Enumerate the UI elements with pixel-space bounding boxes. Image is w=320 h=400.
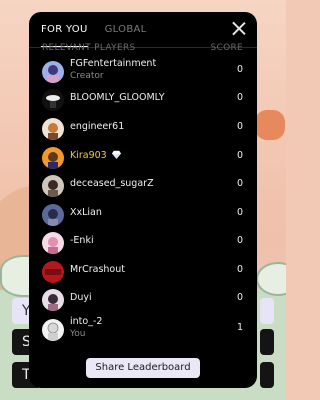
avatar [42,261,64,283]
leaderboard-row[interactable]: BLOOMLY_GLOOMLY 0 [29,86,257,114]
player-score: 0 [236,92,243,103]
tab-for-you[interactable]: FOR YOU [41,18,88,47]
players-column-header: RELEVANT PLAYERS [42,43,136,53]
diamond-icon [111,150,121,159]
leaderboard-panel: FOR YOU GLOBAL RELEVANT PLAYERS SCORE FG… [29,12,257,388]
leaderboard-row[interactable]: FGFentertainment Creator 0 [29,58,257,86]
player-score: 0 [236,207,243,218]
close-icon[interactable] [231,21,247,37]
avatar [42,319,64,341]
player-name: -Enki [70,235,94,246]
leaderboard-row[interactable]: deceased_sugarZ 0 [29,172,257,200]
player-score: 1 [236,322,243,333]
leaderboard-row[interactable]: -Enki 0 [29,229,257,257]
tab-global[interactable]: GLOBAL [105,18,147,42]
player-name: engineer61 [70,121,125,132]
player-name: XxLian [70,207,102,218]
leaderboard-row[interactable]: into_-2 You 1 [29,316,257,344]
avatar [42,289,64,311]
player-name: deceased_sugarZ [70,178,154,189]
avatar [42,175,64,197]
player-score: 0 [236,150,243,161]
leaderboard-row[interactable]: engineer61 0 [29,115,257,143]
player-score: 0 [236,64,243,75]
leaderboard-row[interactable]: XxLian 0 [29,201,257,229]
leaderboard-row[interactable]: Kira903 0 [29,144,257,172]
player-score: 0 [236,264,243,275]
player-name: Kira903 [70,150,121,161]
avatar [42,118,64,140]
player-role: You [70,329,86,339]
avatar [42,232,64,254]
player-name: MrCrashout [70,264,125,275]
avatar [42,204,64,226]
background-button-right-1 [260,298,274,324]
game-sprite [255,110,285,140]
background-button-right-3 [260,362,274,388]
share-leaderboard-button[interactable]: Share Leaderboard [86,358,200,378]
leaderboard-tabs: FOR YOU GLOBAL [41,18,147,47]
leaderboard-row[interactable]: Duyi 0 [29,286,257,314]
player-score: 0 [236,235,243,246]
score-column-header: SCORE [210,43,243,53]
player-name: into_-2 [70,316,103,327]
avatar [42,147,64,169]
player-score: 0 [236,178,243,189]
player-score: 0 [236,121,243,132]
player-name: Duyi [70,292,92,303]
player-name: FGFentertainment [70,58,157,69]
avatar [42,89,64,111]
avatar [42,61,64,83]
leaderboard-row[interactable]: MrCrashout 0 [29,258,257,286]
background-button-right-2 [260,329,274,355]
player-name: BLOOMLY_GLOOMLY [70,92,165,103]
player-score: 0 [236,292,243,303]
player-role: Creator [70,71,104,81]
